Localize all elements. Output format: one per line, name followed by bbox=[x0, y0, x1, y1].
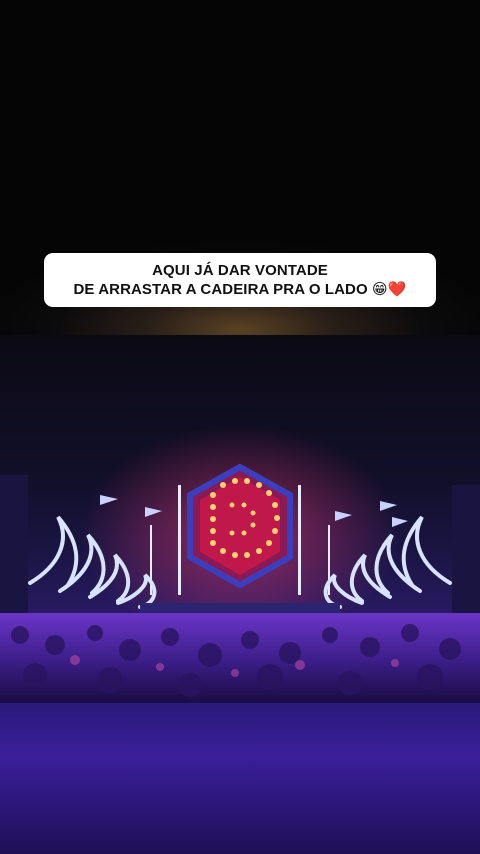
bottom-letterbox bbox=[0, 703, 480, 854]
caption-box: AQUI JÁ DAR VONTADE DE ARRASTAR A CADEIR… bbox=[44, 253, 436, 307]
video-frame[interactable] bbox=[0, 335, 480, 703]
concert-scene-image bbox=[0, 425, 480, 703]
left-tower bbox=[0, 475, 28, 615]
caption-line-1: AQUI JÁ DAR VONTADE bbox=[152, 262, 328, 279]
caption-line-2: DE ARRASTAR A CADEIRA PRA O LADO 😁❤️ bbox=[73, 281, 407, 298]
right-tower bbox=[452, 485, 480, 615]
